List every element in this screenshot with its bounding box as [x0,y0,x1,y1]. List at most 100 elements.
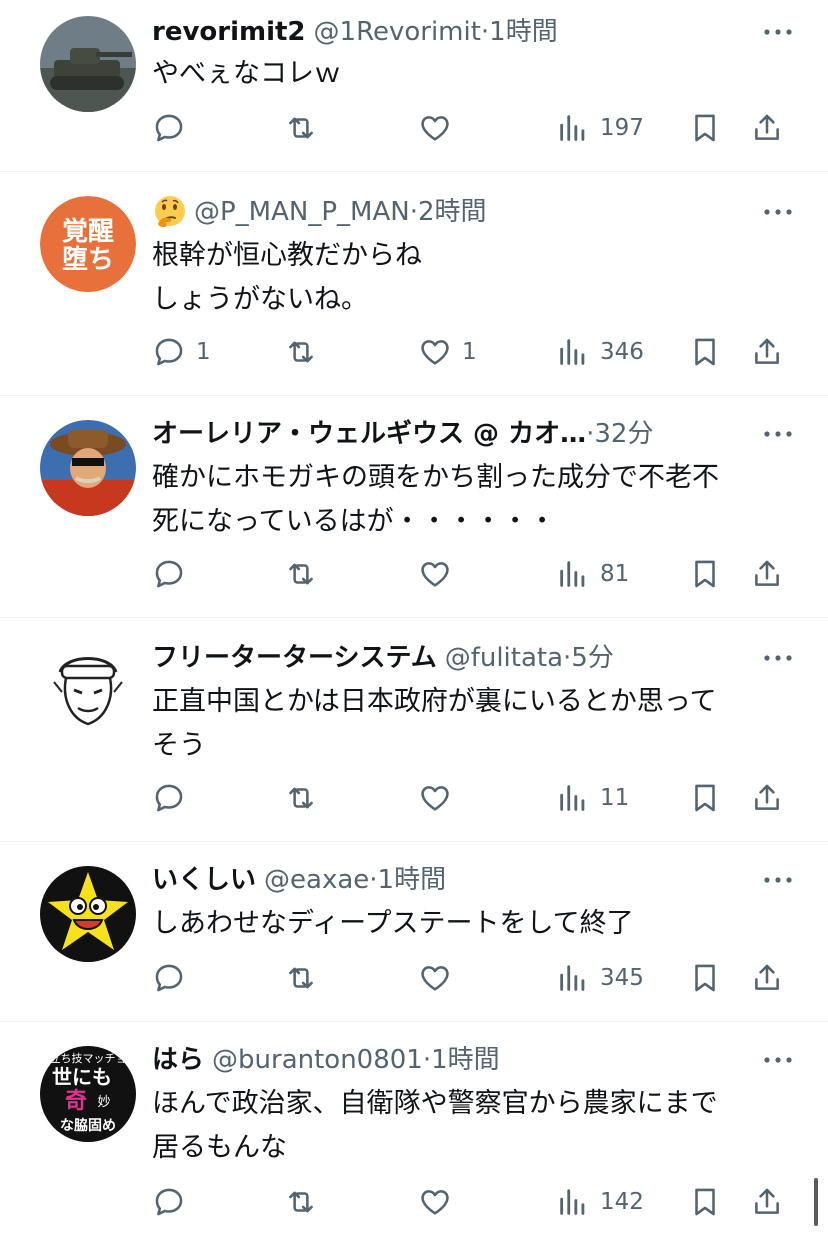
bookmark-button[interactable] [688,1180,722,1224]
bookmark-icon [695,338,715,366]
heart-icon [421,966,449,991]
more-options-button[interactable] [758,418,798,450]
avatar[interactable] [40,866,136,962]
tweet-header: いくしい @eaxae ·1時間 [152,860,744,900]
user-handle[interactable]: @P_MAN_P_MAN [194,192,410,232]
cowboy-avatar [40,420,136,516]
reply-button[interactable] [152,956,196,1000]
bookmark-icon [695,560,715,588]
views-button[interactable]: 345 [556,956,644,1000]
retweet-icon [289,967,313,989]
timestamp[interactable]: ·1時間 [481,12,558,52]
thinking-face-icon[interactable] [152,194,188,230]
retweet-button[interactable] [284,1180,328,1224]
retweet-button[interactable] [284,956,328,1000]
avatar[interactable] [40,642,136,738]
reply-button[interactable] [152,776,196,820]
share-icon [755,1188,779,1214]
more-icon [764,1057,792,1063]
retweet-button[interactable] [284,330,328,374]
bookmark-button[interactable] [688,956,722,1000]
like-button[interactable] [418,956,462,1000]
tweet[interactable]: オーレリア・ウェルギウス @ カオ… ·32分 確かにホモガキの頭をかち割った成… [0,396,828,618]
avatar[interactable]: 覚醒 堕ち [40,196,136,292]
tweet-header: revorimit2 @1Revorimit ·1時間 [152,12,744,52]
like-button[interactable] [418,106,462,150]
timestamp[interactable]: ·32分 [586,414,653,454]
reply-button[interactable] [152,552,196,596]
display-name[interactable]: はら [152,1040,204,1080]
views-button[interactable]: 142 [556,1180,644,1224]
tweet-text: しあわせなディープステートをして終了 [152,908,634,939]
timestamp[interactable]: ·1時間 [369,860,446,900]
tank-avatar [40,16,136,112]
manga-panel-avatar: 立ち技マッチョ 世にも 奇 妙 な脇固め [40,1046,136,1142]
more-icon [764,655,792,661]
retweet-button[interactable] [284,106,328,150]
view-count: 81 [600,561,630,587]
scrollbar[interactable] [814,1178,818,1226]
bookmark-button[interactable] [688,776,722,820]
reply-icon [155,1188,183,1216]
bookmark-button[interactable] [688,552,722,596]
reply-button[interactable] [152,1180,196,1224]
user-handle[interactable]: @eaxae [264,860,369,900]
retweet-button[interactable] [284,552,328,596]
like-button[interactable]: 1 [418,330,477,374]
display-name[interactable]: オーレリア・ウェルギウス @ カオ… [152,414,586,454]
avatar[interactable]: 立ち技マッチョ 世にも 奇 妙 な脇固め [40,1046,136,1142]
bookmark-icon [695,114,715,142]
more-options-button[interactable] [758,1044,798,1076]
tweet[interactable]: いくしい @eaxae ·1時間 しあわせなディープステートをして終了 345 [0,842,828,1022]
share-button[interactable] [750,1180,784,1224]
more-icon [764,877,792,883]
user-handle[interactable]: @fulitata [445,638,563,678]
retweet-icon [289,563,313,585]
tweet[interactable]: 立ち技マッチョ 世にも 奇 妙 な脇固め はら @buranton0801 ·1… [0,1022,828,1233]
views-chart-icon [560,1189,585,1215]
user-handle[interactable]: @1Revorimit [314,12,481,52]
views-chart-icon [560,785,585,811]
avatar[interactable] [40,420,136,516]
avatar-text-top: 立ち技マッチョ [50,1051,127,1065]
tweet[interactable]: revorimit2 @1Revorimit ·1時間 やべぇなコレｗ 197 [0,0,828,172]
share-icon [755,338,779,364]
views-button[interactable]: 197 [556,106,644,150]
more-options-button[interactable] [758,642,798,674]
timestamp[interactable]: ·5分 [563,638,614,678]
share-button[interactable] [750,776,784,820]
timestamp[interactable]: ·1時間 [423,1040,500,1080]
share-button[interactable] [750,552,784,596]
display-name[interactable]: フリーターターシステム [152,638,437,678]
share-button[interactable] [750,330,784,374]
share-button[interactable] [750,956,784,1000]
heart-icon [421,1190,449,1215]
views-button[interactable]: 11 [556,776,629,820]
like-button[interactable] [418,1180,462,1224]
avatar-text-kanji: 奇 [65,1088,87,1114]
more-options-button[interactable] [758,196,798,228]
retweet-button[interactable] [284,776,328,820]
display-name[interactable]: revorimit2 [152,12,306,52]
tweet[interactable]: 覚醒 堕ち @P_MAN_P_MAN ·2時間 根幹が恒心教だからね しょうがな… [0,172,828,396]
views-button[interactable]: 81 [556,552,629,596]
views-button[interactable]: 346 [556,330,644,374]
more-options-button[interactable] [758,16,798,48]
retweet-icon [289,117,313,139]
tweet-text: 根幹が恒心教だからね しょうがないね。 [152,240,422,315]
like-button[interactable] [418,552,462,596]
share-button[interactable] [750,106,784,150]
bookmark-button[interactable] [688,330,722,374]
more-options-button[interactable] [758,864,798,896]
display-name[interactable]: いくしい [152,860,256,900]
timestamp[interactable]: ·2時間 [410,192,487,232]
bookmark-button[interactable] [688,106,722,150]
reply-button[interactable] [152,106,196,150]
avatar[interactable] [40,16,136,112]
like-button[interactable] [418,776,462,820]
reply-icon [155,338,183,366]
user-handle[interactable]: @buranton0801 [212,1040,423,1080]
more-icon [764,431,792,437]
reply-button[interactable]: 1 [152,330,211,374]
tweet[interactable]: フリーターターシステム @fulitata ·5分 正直中国とかは日本政府が裏に… [0,618,828,842]
